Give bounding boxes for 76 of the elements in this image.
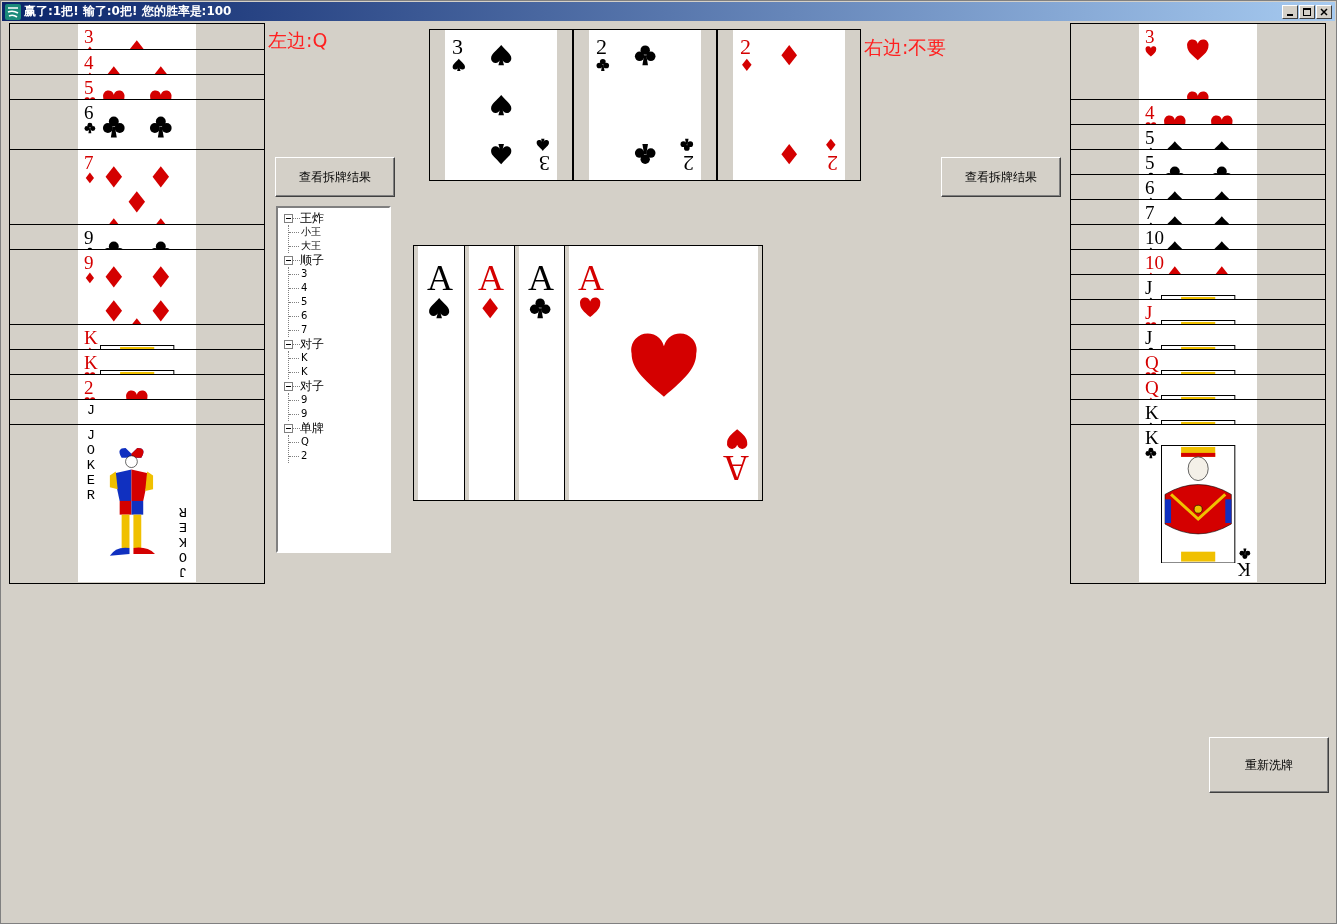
tree-item[interactable]: K	[301, 351, 308, 365]
tree-item[interactable]: 2	[301, 449, 308, 463]
collapse-icon[interactable]	[284, 339, 293, 349]
tree-item[interactable]: 王炸	[300, 211, 324, 225]
minimize-icon	[1287, 13, 1293, 16]
tree-item[interactable]: 小王	[301, 225, 321, 239]
tree-item[interactable]: K	[301, 365, 308, 379]
tree-item[interactable]: 4	[301, 281, 308, 295]
reshuffle-button[interactable]: 重新洗牌	[1209, 737, 1329, 793]
tree-item[interactable]: 3	[301, 267, 308, 281]
maximize-button[interactable]	[1299, 4, 1315, 19]
card-rank: 3	[1145, 27, 1155, 46]
collapse-icon[interactable]	[284, 213, 293, 223]
minimize-button[interactable]	[1282, 4, 1298, 19]
card-rank: 4	[84, 53, 94, 72]
tree-item[interactable]: 对子	[300, 337, 324, 351]
app-icon	[5, 3, 21, 20]
card-rank: 3	[539, 152, 550, 174]
tree-item[interactable]: 6	[301, 309, 308, 323]
left-player-status: 左边:Q	[268, 28, 329, 53]
view-breakdown-button[interactable]: 查看拆牌结果	[275, 157, 395, 197]
card-rank: 2	[596, 36, 607, 58]
card-rank: 3	[452, 36, 463, 58]
maximize-icon	[1303, 7, 1311, 16]
tree-item[interactable]: Q	[301, 435, 309, 449]
card-rank: 7	[1145, 203, 1155, 222]
card-rank: 5	[1145, 128, 1155, 147]
card-rank: JOKER	[85, 428, 96, 504]
card-rank: 3	[84, 27, 94, 46]
card-rank: K	[84, 353, 98, 372]
card-rank: Q	[1145, 353, 1159, 372]
tree-item[interactable]: 9	[301, 407, 308, 421]
card-rank: 5	[84, 78, 94, 97]
card-rank: J	[1145, 303, 1153, 322]
card-rank: 6	[84, 103, 94, 122]
close-button[interactable]	[1316, 4, 1332, 19]
card-rank: J	[1145, 328, 1153, 347]
collapse-icon[interactable]	[284, 423, 293, 433]
card-rank: 2	[683, 152, 694, 174]
card-rank: A	[478, 260, 504, 296]
card-rank: 2	[84, 378, 94, 397]
card-rank: Q	[1145, 378, 1159, 397]
tree-item[interactable]: 7	[301, 323, 308, 337]
tree-item[interactable]: 单牌	[300, 421, 324, 435]
card-rank: 2	[827, 152, 838, 174]
view-breakdown-button[interactable]: 查看拆牌结果	[941, 157, 1061, 197]
card-rank: J	[1145, 278, 1153, 297]
card-rank: 2	[740, 36, 751, 58]
card-rank: K	[84, 328, 98, 347]
card-rank: 7	[84, 153, 94, 172]
card-rank: A	[723, 450, 749, 486]
card-rank: 9	[84, 228, 94, 247]
window-title: 赢了:1把! 输了:0把! 您的胜率是:100	[24, 3, 233, 20]
card-rank: A	[578, 260, 604, 296]
tree-item[interactable]: 5	[301, 295, 308, 309]
tree-item[interactable]: 顺子	[300, 253, 324, 267]
card-rank: K	[1237, 560, 1251, 579]
card-rank: 10	[1145, 253, 1164, 272]
tree-item[interactable]: 大王	[301, 239, 321, 253]
card-rank: 6	[1145, 178, 1155, 197]
card-rank: 10	[1145, 228, 1164, 247]
tree-item[interactable]: 9	[301, 393, 308, 407]
card-rank: 9	[84, 253, 94, 272]
collapse-icon[interactable]	[284, 255, 293, 265]
card-rank: 5	[1145, 153, 1155, 172]
card-rank: J	[85, 403, 96, 419]
tree-item[interactable]: 对子	[300, 379, 324, 393]
card-rank: 4	[1145, 103, 1155, 122]
collapse-icon[interactable]	[284, 381, 293, 391]
card-rank: A	[427, 260, 453, 296]
close-icon	[1320, 7, 1328, 16]
card-rank: A	[528, 260, 554, 296]
card-rank: K	[1145, 403, 1159, 422]
card-rank: JOKER	[178, 503, 189, 579]
card-rank: K	[1145, 428, 1159, 447]
right-player-status: 右边:不要	[864, 35, 948, 60]
